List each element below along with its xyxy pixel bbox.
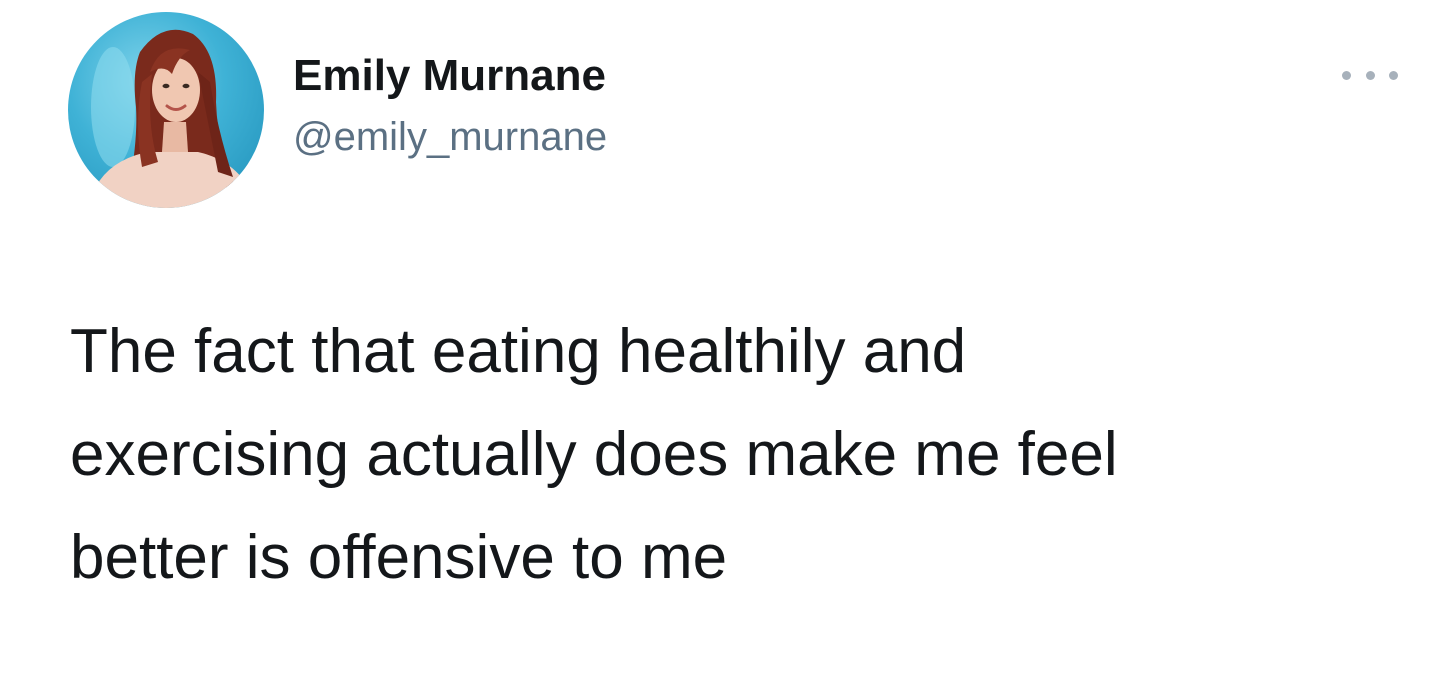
ellipsis-icon <box>1342 70 1351 80</box>
tweet-text: The fact that eating healthily and exerc… <box>70 317 1118 592</box>
avatar[interactable] <box>68 12 264 208</box>
more-options-button[interactable] <box>1342 62 1398 88</box>
user-handle[interactable]: @emily_murnane <box>293 110 607 164</box>
display-name[interactable]: Emily Murnane <box>293 48 607 104</box>
profile-photo-icon <box>88 29 258 208</box>
author-info: Emily Murnane @emily_murnane <box>293 48 607 164</box>
ellipsis-icon <box>1365 70 1375 80</box>
tweet-card: Emily Murnane @emily_murnane The fact th… <box>0 0 1456 685</box>
ellipsis-icon <box>1389 70 1398 80</box>
